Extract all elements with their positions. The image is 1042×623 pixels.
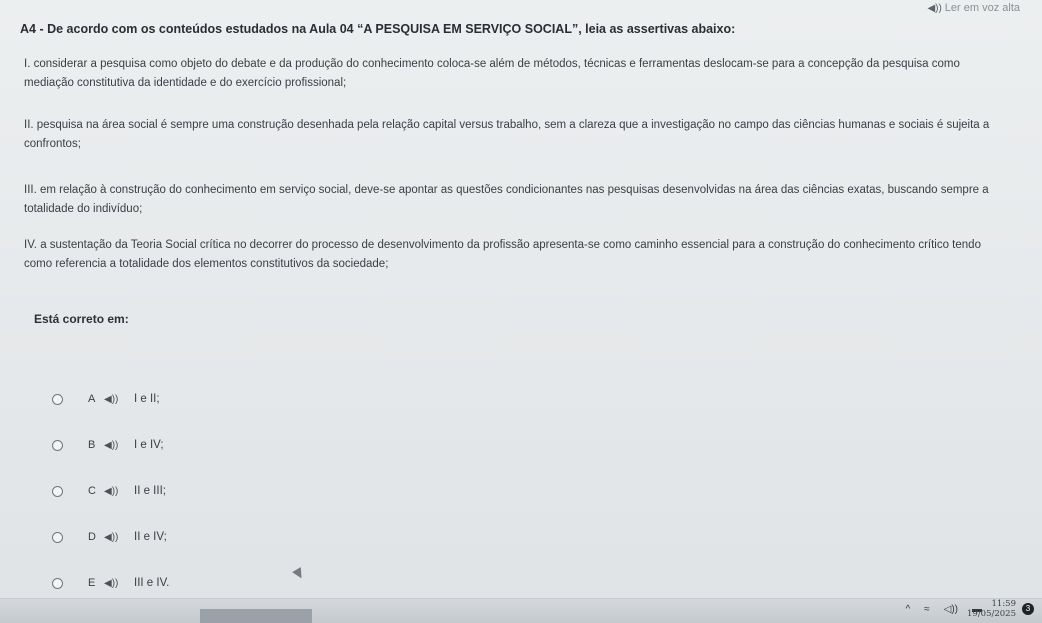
assertion-2: II. pesquisa na área social é sempre uma…: [24, 119, 990, 150]
option-letter: D: [88, 531, 96, 543]
read-aloud-button[interactable]: ◀)) Ler em voz alta: [927, 2, 1020, 14]
option-letter: C: [88, 485, 96, 497]
clock-date: 19/05/2025: [967, 609, 1016, 619]
radio-button[interactable]: [52, 393, 63, 405]
exam-page: ◀)) Ler em voz alta A4 - De acordo com o…: [0, 0, 1042, 623]
assertion-4: IV. a sustentação da Teoria Social críti…: [24, 239, 981, 270]
volume-icon[interactable]: ◁)): [944, 604, 958, 615]
radio-button[interactable]: [52, 577, 63, 589]
speaker-icon[interactable]: ◀)): [104, 440, 134, 451]
clock-time: 11:59: [991, 599, 1017, 609]
chevron-up-icon[interactable]: ^: [905, 604, 910, 615]
speaker-icon[interactable]: ◀)): [104, 578, 134, 589]
assertion-3: III. em relação à construção do conhecim…: [24, 184, 989, 215]
mouse-cursor-icon: [292, 567, 306, 581]
speaker-icon[interactable]: ◀)): [104, 394, 134, 405]
speaker-icon[interactable]: ◀)): [104, 486, 134, 497]
radio-button[interactable]: [52, 485, 63, 497]
option-letter: B: [88, 439, 96, 451]
speaker-icon[interactable]: ◀)): [104, 532, 134, 543]
option-c[interactable]: C ◀)) II e III;: [46, 468, 286, 514]
answer-options: A ◀)) I e II; B ◀)) I e IV; C ◀)) II e I…: [46, 376, 286, 606]
taskbar-app[interactable]: [200, 609, 312, 623]
option-a[interactable]: A ◀)) I e II;: [46, 376, 286, 422]
option-text: III e IV.: [134, 577, 170, 589]
read-aloud-label: Ler em voz alta: [944, 2, 1020, 14]
taskbar: ^ ≈ ◁)) ▬ 11:59 19/05/2025 3: [0, 598, 1042, 623]
option-b[interactable]: B ◀)) I e IV;: [46, 422, 286, 468]
radio-button[interactable]: [52, 439, 63, 451]
option-d[interactable]: D ◀)) II e IV;: [46, 514, 286, 560]
option-letter: A: [88, 393, 96, 405]
question-prompt: Está correto em:: [34, 312, 129, 326]
option-letter: E: [88, 577, 96, 589]
notification-badge[interactable]: 3: [1022, 603, 1034, 615]
clock[interactable]: 11:59 19/05/2025: [967, 599, 1016, 619]
option-text: II e III;: [134, 485, 166, 497]
option-text: I e IV;: [134, 439, 164, 451]
option-text: II e IV;: [134, 531, 167, 543]
wifi-icon[interactable]: ≈: [924, 604, 930, 615]
option-text: I e II;: [134, 393, 160, 405]
radio-button[interactable]: [52, 531, 63, 543]
assertion-1: I. considerar a pesquisa como objeto do …: [24, 58, 960, 89]
question-title: A4 - De acordo com os conteúdos estudado…: [20, 22, 736, 36]
speaker-icon: ◀)): [927, 2, 942, 14]
